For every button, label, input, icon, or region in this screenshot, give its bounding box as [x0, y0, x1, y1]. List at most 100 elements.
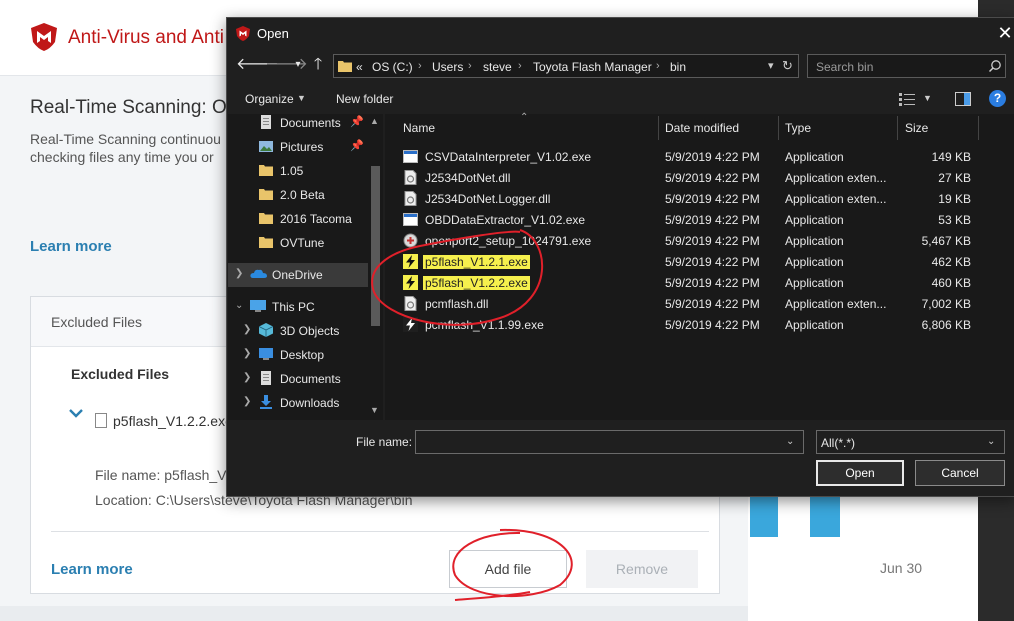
breadcrumb-item[interactable]: Toyota Flash Manager: [533, 60, 652, 74]
breadcrumb-item[interactable]: bin: [670, 60, 686, 74]
nav-item-documents[interactable]: ❯ Documents: [228, 367, 368, 391]
cancel-button[interactable]: Cancel: [915, 460, 1005, 486]
nav-item-3d-objects[interactable]: ❯ 3D Objects: [228, 319, 368, 343]
nav-item-desktop[interactable]: ❯ Desktop: [228, 343, 368, 367]
column-separator[interactable]: [658, 116, 659, 140]
nav-item-folder[interactable]: 1.05: [228, 159, 368, 183]
organize-button[interactable]: Organize: [245, 92, 294, 106]
expand-arrow-icon[interactable]: ❯: [243, 348, 251, 359]
sort-ascending-icon: ⌃: [520, 112, 529, 123]
chevron-down-icon[interactable]: ⌄: [987, 436, 995, 447]
dialog-titlebar[interactable]: Open ✕: [227, 18, 1014, 48]
file-row[interactable]: J2534DotNet.dll 5/9/2019 4:22 PM Applica…: [385, 167, 1014, 188]
collapse-arrow-icon[interactable]: ⌄: [235, 300, 243, 311]
breadcrumb-overflow[interactable]: «: [356, 60, 363, 74]
folder-icon: [259, 189, 273, 200]
nav-item-label: Documents: [280, 372, 341, 386]
file-type: Application exten...: [785, 171, 887, 185]
view-options-icon[interactable]: [899, 92, 915, 106]
file-row[interactable]: pcmflash.dll 5/9/2019 4:22 PM Applicatio…: [385, 293, 1014, 314]
file-row[interactable]: J2534DotNet.Logger.dll 5/9/2019 4:22 PM …: [385, 188, 1014, 209]
file-name-label: File name:: [356, 435, 413, 449]
section-description-line: checking files any time you or: [30, 149, 214, 165]
nav-item-label: 1.05: [280, 164, 304, 178]
add-file-button[interactable]: Add file: [449, 550, 567, 588]
address-bar[interactable]: « OS (C:) › Users › steve › Toyota Flash…: [333, 54, 799, 78]
new-folder-button[interactable]: New folder: [336, 92, 393, 106]
nav-item-label: Downloads: [280, 396, 340, 410]
nav-item-onedrive[interactable]: ❯ OneDrive: [228, 263, 368, 287]
installer-icon: [403, 233, 418, 248]
nav-item-this-pc[interactable]: ⌄ This PC: [228, 295, 368, 319]
file-type: Application: [785, 213, 844, 227]
chevron-down-icon[interactable]: ⌄: [786, 436, 794, 447]
nav-item-folder[interactable]: OVTune: [228, 231, 368, 255]
chevron-down-icon[interactable]: ▼: [297, 93, 306, 103]
breadcrumb-separator-icon[interactable]: ›: [656, 60, 660, 72]
nav-item-folder[interactable]: 2016 Tacoma: [228, 207, 368, 231]
file-row[interactable]: p5flash_V1.2.1.exe 5/9/2019 4:22 PM Appl…: [385, 251, 1014, 272]
nav-item-folder[interactable]: 2.0 Beta: [228, 183, 368, 207]
breadcrumb-item[interactable]: Users: [432, 60, 463, 74]
expand-arrow-icon[interactable]: ❯: [243, 396, 251, 407]
breadcrumb-item[interactable]: steve: [483, 60, 512, 74]
column-separator[interactable]: [778, 116, 779, 140]
nav-item-label: Pictures: [280, 140, 324, 154]
open-button[interactable]: Open: [816, 460, 904, 486]
pin-icon[interactable]: 📌: [350, 139, 364, 152]
file-row[interactable]: CSVDataInterpreter_V1.02.exe 5/9/2019 4:…: [385, 146, 1014, 167]
expand-arrow-icon[interactable]: ❯: [243, 372, 251, 383]
chevron-down-icon[interactable]: [68, 405, 84, 421]
close-icon[interactable]: ✕: [995, 23, 1014, 43]
refresh-icon[interactable]: ↻: [782, 58, 793, 74]
up-arrow-icon[interactable]: 🡑: [309, 56, 327, 74]
folder-icon: [259, 165, 273, 176]
nav-item-pictures[interactable]: Pictures 📌: [228, 135, 368, 159]
expand-arrow-icon[interactable]: ❯: [235, 268, 243, 279]
file-date: 5/9/2019 4:22 PM: [665, 276, 760, 290]
breadcrumb-item[interactable]: OS (C:): [372, 60, 413, 74]
learn-more-link[interactable]: Learn more: [51, 561, 133, 578]
nav-item-documents[interactable]: Documents 📌: [228, 114, 368, 135]
file-name-input[interactable]: ⌄: [415, 430, 804, 454]
bottom-strip: [0, 606, 748, 621]
expand-arrow-icon[interactable]: ❯: [243, 324, 251, 335]
breadcrumb-separator-icon[interactable]: ›: [418, 60, 422, 72]
file-type: Application: [785, 318, 844, 332]
breadcrumb-separator-icon[interactable]: ›: [518, 60, 522, 72]
column-header-name[interactable]: Name: [403, 121, 435, 135]
nav-scrollbar[interactable]: ▲ ▼: [368, 114, 382, 420]
scrollbar-thumb[interactable]: [371, 166, 380, 326]
file-row[interactable]: pcmflash_V1.1.99.exe 5/9/2019 4:22 PM Ap…: [385, 314, 1014, 335]
file-row[interactable]: openport2_setup_1024791.exe 5/9/2019 4:2…: [385, 230, 1014, 251]
file-type: Application exten...: [785, 192, 887, 206]
file-size: 462 KB: [931, 255, 971, 269]
scroll-down-icon[interactable]: ▼: [370, 405, 379, 415]
preview-pane-icon[interactable]: [955, 92, 971, 106]
file-type: Application: [785, 276, 844, 290]
column-separator[interactable]: [978, 116, 979, 140]
help-icon[interactable]: ?: [989, 90, 1006, 107]
file-row[interactable]: p5flash_V1.2.2.exe 5/9/2019 4:22 PM Appl…: [385, 272, 1014, 293]
pin-icon[interactable]: 📌: [350, 115, 364, 128]
breadcrumb-separator-icon[interactable]: ›: [468, 60, 472, 72]
file-name: OBDDataExtractor_V1.02.exe: [425, 213, 586, 227]
file-row[interactable]: OBDDataExtractor_V1.02.exe 5/9/2019 4:22…: [385, 209, 1014, 230]
scroll-up-icon[interactable]: ▲: [370, 116, 379, 126]
flash-icon: [403, 275, 418, 290]
recent-locations-chevron-icon[interactable]: ▾: [289, 56, 307, 74]
search-icon[interactable]: [988, 59, 1002, 73]
column-separator[interactable]: [897, 116, 898, 140]
chevron-down-icon[interactable]: ▼: [923, 93, 932, 103]
back-arrow-icon[interactable]: 🡐: [236, 56, 279, 74]
column-header-date[interactable]: Date modified: [665, 121, 739, 135]
file-type-select[interactable]: All(*.*) ⌄: [816, 430, 1005, 454]
address-dropdown-icon[interactable]: ▾: [768, 59, 774, 72]
column-header-type[interactable]: Type: [785, 121, 811, 135]
search-box[interactable]: Search bin: [807, 54, 1006, 78]
learn-more-link[interactable]: Learn more: [30, 238, 112, 255]
file-date: 5/9/2019 4:22 PM: [665, 318, 760, 332]
column-header-size[interactable]: Size: [905, 121, 928, 135]
nav-item-downloads[interactable]: ❯ Downloads: [228, 391, 368, 415]
forward-arrow-icon[interactable]: 🡒: [265, 56, 308, 74]
